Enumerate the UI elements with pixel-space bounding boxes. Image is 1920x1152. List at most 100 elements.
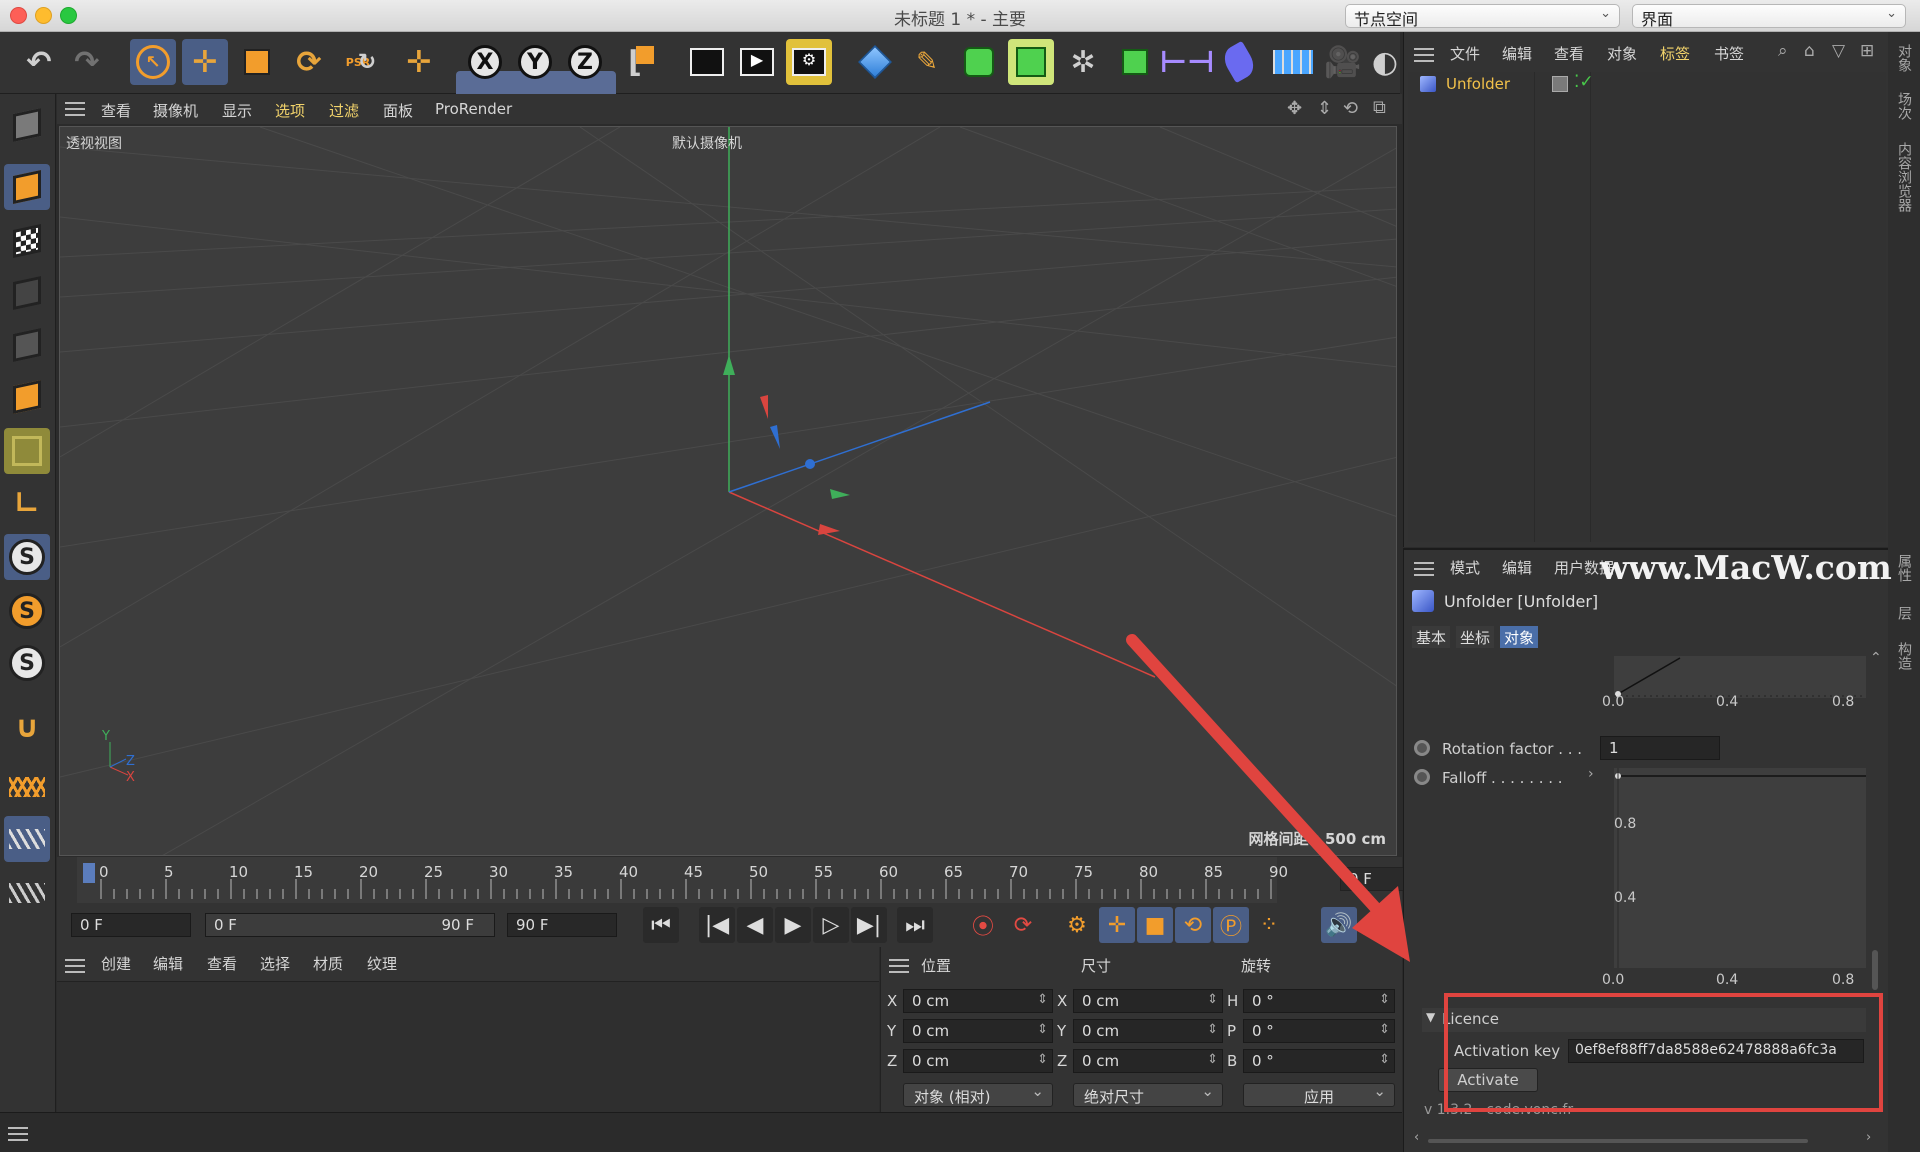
polygons-mode-icon[interactable] <box>4 374 50 420</box>
spline-icon[interactable] <box>1216 39 1262 85</box>
zoom-icon[interactable]: ⇕ <box>1317 98 1332 119</box>
enabled-check-icon[interactable]: ⁚✓ <box>1574 72 1594 92</box>
maximize-viewport-icon[interactable]: ⧉ <box>1373 97 1386 118</box>
previous-frame-icon[interactable]: ◀ <box>737 907 773 943</box>
falloff-graph[interactable] <box>1614 768 1866 968</box>
minimize-window-button[interactable] <box>35 7 52 24</box>
frame-range-slider[interactable]: 0 F 90 F <box>205 913 495 937</box>
close-window-button[interactable] <box>10 7 27 24</box>
timeline-view-icon[interactable]: ▤ <box>1359 907 1385 943</box>
interface-select[interactable]: 界面 ⌄ <box>1632 4 1906 29</box>
object-menu-edit[interactable]: 编辑 <box>1502 43 1532 64</box>
key-scale-icon[interactable]: ■ <box>1137 907 1173 943</box>
rot-b-field[interactable]: 0 ° <box>1243 1049 1395 1073</box>
object-menu-bookmarks[interactable]: 书签 <box>1714 43 1744 64</box>
strip-tab-structure[interactable]: 构造 <box>1894 642 1914 670</box>
timeline[interactable]: 0 5 10 15 20 25 30 35 40 45 50 55 60 65 70 75 80 85 90 0 F <box>57 857 1455 907</box>
menu-display[interactable]: 显示 <box>222 100 252 121</box>
size-mode-select[interactable]: 绝对尺寸 <box>1073 1082 1223 1107</box>
menu-options[interactable]: 选项 <box>275 100 305 121</box>
orbit-icon[interactable]: ⟲ <box>1343 98 1358 119</box>
magnet-icon[interactable]: ∪ <box>4 704 50 750</box>
pos-y-field[interactable]: 0 cm <box>903 1019 1053 1043</box>
coord-system-icon[interactable]: ⌊ <box>618 39 664 85</box>
previous-key-icon[interactable]: |◀ <box>699 907 735 943</box>
menu-cameras[interactable]: 摄像机 <box>153 100 198 121</box>
editor-visibility-icon[interactable] <box>1552 76 1568 92</box>
object-menu-tags[interactable]: 标签 <box>1660 43 1690 64</box>
workplane-icon[interactable] <box>4 764 50 810</box>
menu-panel[interactable]: 面板 <box>383 100 413 121</box>
redo-icon[interactable]: ↷ <box>64 39 110 85</box>
chevron-up-icon[interactable]: ⌃ <box>1870 650 1882 666</box>
home-icon[interactable]: ⌂ <box>1804 41 1815 61</box>
snap-settings-icon[interactable]: S <box>4 588 50 634</box>
axis-mode-icon[interactable]: ∟ <box>4 480 50 526</box>
layout-select[interactable]: 节点空间 ⌄ <box>1345 4 1620 29</box>
menu-prorender[interactable]: ProRender <box>435 100 512 118</box>
material-menu-edit[interactable]: 编辑 <box>153 953 183 974</box>
keyframe-selection-icon[interactable]: ⚙ <box>1059 907 1095 943</box>
object-row-unfolder[interactable]: Unfolder ⁚✓ <box>1416 72 1886 98</box>
undo-icon[interactable]: ↶ <box>16 39 62 85</box>
size-y-field[interactable]: 0 cm <box>1073 1019 1223 1043</box>
tab-coordinates[interactable]: 坐标 <box>1456 626 1495 648</box>
attribute-menu-edit[interactable]: 编辑 <box>1502 557 1532 578</box>
material-list-area[interactable] <box>57 981 879 1112</box>
go-to-end-icon[interactable]: ⏭ <box>897 907 933 943</box>
select-icon[interactable]: ↖ <box>130 39 176 85</box>
psr-icon[interactable]: PSR ↻ <box>338 39 384 85</box>
uv-mode-icon[interactable] <box>4 428 50 474</box>
spline-graph-1[interactable] <box>1614 656 1866 698</box>
new-view-icon[interactable]: ⊞ <box>1860 41 1874 61</box>
deformer-icon[interactable]: ⊢⊣ <box>1160 39 1215 85</box>
material-menu-select[interactable]: 选择 <box>260 953 290 974</box>
light-icon[interactable]: ◐ <box>1372 39 1398 85</box>
object-menu-file[interactable]: 文件 <box>1450 43 1480 64</box>
quantize-icon[interactable]: S <box>4 640 50 686</box>
render-view-icon[interactable] <box>684 39 730 85</box>
maximize-window-button[interactable] <box>60 7 77 24</box>
attribute-menu-mode[interactable]: 模式 <box>1450 557 1480 578</box>
sound-icon[interactable]: 🔊 <box>1321 907 1357 943</box>
search-icon[interactable]: ⌕ <box>1778 41 1788 61</box>
rotation-factor-field[interactable]: 1 <box>1600 736 1720 760</box>
coord-mode-select[interactable]: 对象 (相对) <box>903 1082 1053 1107</box>
rot-p-field[interactable]: 0 ° <box>1243 1019 1395 1043</box>
material-menu-create[interactable]: 创建 <box>101 953 131 974</box>
model-mode-icon[interactable] <box>4 164 50 210</box>
move-icon[interactable]: ✛ <box>182 39 228 85</box>
render-settings-icon[interactable]: ⚙ <box>786 39 832 85</box>
extrude-icon[interactable] <box>1008 39 1054 85</box>
attribute-menu-icon[interactable] <box>1414 562 1434 576</box>
coordinates-menu-icon[interactable] <box>889 959 909 973</box>
pen-icon[interactable]: ✎ <box>904 39 950 85</box>
tab-object[interactable]: 对象 <box>1500 626 1539 648</box>
generator-icon[interactable] <box>1112 39 1158 85</box>
z-axis-icon[interactable]: Z <box>562 39 608 85</box>
rot-h-field[interactable]: 0 ° <box>1243 989 1395 1013</box>
viewport-menu-icon[interactable] <box>65 102 85 116</box>
x-axis-icon[interactable]: X <box>462 39 508 85</box>
play-icon[interactable]: ▶ <box>775 907 811 943</box>
cube-icon[interactable] <box>852 39 898 85</box>
object-list[interactable]: Unfolder ⁚✓ <box>1408 72 1886 542</box>
chevron-right-icon[interactable]: › <box>1588 766 1594 782</box>
key-position-icon[interactable]: ✛ <box>1099 907 1135 943</box>
texture-mode-icon[interactable] <box>4 218 50 264</box>
record-icon[interactable]: ⦿ <box>965 907 1001 943</box>
material-menu-view[interactable]: 查看 <box>207 953 237 974</box>
filter-icon[interactable]: ▽ <box>1832 41 1845 61</box>
key-rotation-icon[interactable]: ⟲ <box>1175 907 1211 943</box>
next-key-icon[interactable]: ▶| <box>851 907 887 943</box>
workplane-align-icon[interactable] <box>4 870 50 916</box>
end-frame-field[interactable]: 90 F <box>507 913 617 937</box>
timeline-ruler[interactable]: 0 5 10 15 20 25 30 35 40 45 50 55 60 65 70 75 80 85 90 <box>77 857 1288 903</box>
start-frame-field[interactable]: 0 F <box>71 913 191 937</box>
pan-icon[interactable]: ✥ <box>1287 98 1302 119</box>
falloff-anim-icon[interactable] <box>1414 769 1430 785</box>
strip-tab-content-browser[interactable]: 内容浏览器 <box>1894 142 1914 212</box>
object-menu-view[interactable]: 查看 <box>1554 43 1584 64</box>
perspective-viewport[interactable]: 透视视图 默认摄像机 Y Z X 网格间距 : 500 cm <box>59 126 1397 856</box>
strip-tab-attributes[interactable]: 属性 <box>1894 554 1914 582</box>
